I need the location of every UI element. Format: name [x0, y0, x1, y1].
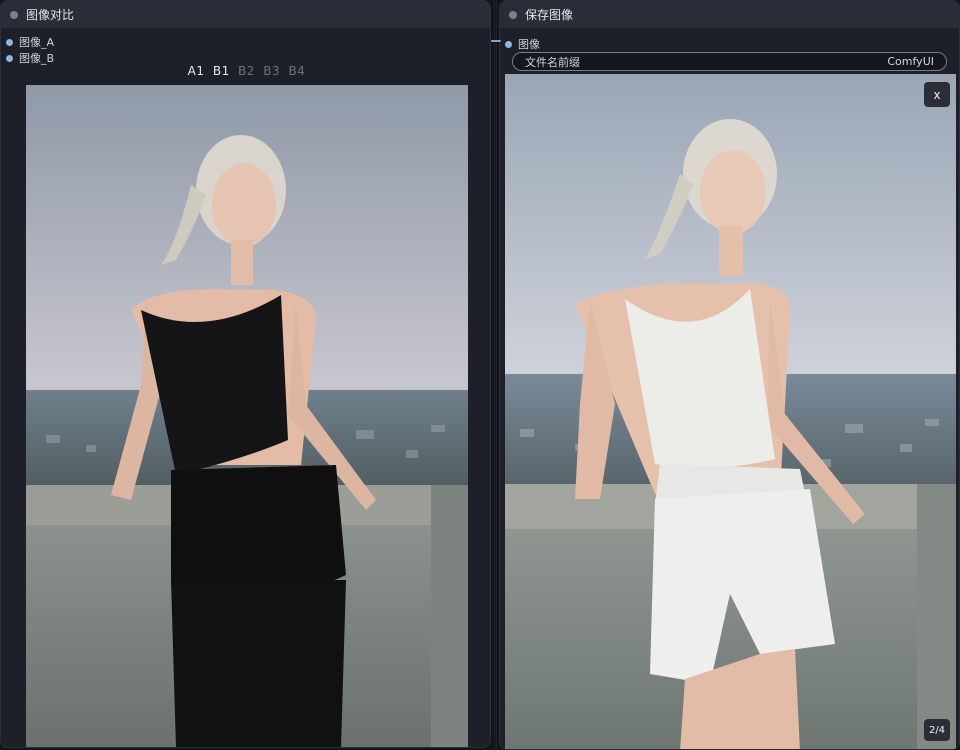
close-preview-button[interactable]: x: [924, 82, 950, 107]
filename-prefix-field[interactable]: 文件名前缀 ComfyUI: [512, 52, 947, 71]
toggle-b3[interactable]: B3: [263, 64, 280, 78]
input-port-dot[interactable]: [6, 54, 13, 62]
photo-white-outfit: [505, 74, 956, 749]
graph-canvas[interactable]: 图像对比 图像_A 图像_B A1 B1 B2 B3 B4 保存图像 图像 文件…: [0, 0, 960, 750]
compare-image[interactable]: [26, 85, 468, 747]
preview-image[interactable]: [505, 74, 956, 749]
node-collapse-dot[interactable]: [509, 10, 517, 19]
filename-prefix-label: 文件名前缀: [525, 55, 580, 69]
node-body: 图像 文件名前缀 ComfyUI x 2/4: [500, 28, 959, 749]
input-port-dot[interactable]: [6, 38, 13, 46]
toggle-b4[interactable]: B4: [288, 64, 305, 78]
input-port-row-a[interactable]: 图像_A: [6, 34, 54, 50]
compare-toggle-bar: A1 B1 B2 B3 B4: [1, 64, 490, 78]
toggle-a1[interactable]: A1: [188, 64, 205, 78]
toggle-b1[interactable]: B1: [213, 64, 230, 78]
save-image-node[interactable]: 保存图像 图像 文件名前缀 ComfyUI x 2/4: [499, 0, 960, 750]
input-port-dot[interactable]: [505, 40, 512, 48]
node-title: 保存图像: [525, 8, 574, 22]
input-port-label: 图像_A: [19, 36, 55, 49]
node-header[interactable]: 图像对比: [1, 1, 490, 28]
node-header[interactable]: 保存图像: [500, 1, 959, 28]
input-port-row-image[interactable]: 图像: [505, 36, 540, 52]
input-port-label: 图像: [518, 38, 540, 51]
filename-prefix-value: ComfyUI: [887, 55, 934, 68]
node-title: 图像对比: [26, 8, 75, 22]
image-compare-node[interactable]: 图像对比 图像_A 图像_B A1 B1 B2 B3 B4: [0, 0, 491, 748]
canvas-gridline: [494, 0, 495, 750]
image-page-counter[interactable]: 2/4: [924, 719, 950, 741]
photo-black-outfit: [26, 85, 468, 747]
node-collapse-dot[interactable]: [10, 10, 18, 19]
canvas-gridline: [496, 0, 497, 750]
node-body: 图像_A 图像_B A1 B1 B2 B3 B4: [1, 28, 490, 747]
toggle-b2[interactable]: B2: [238, 64, 255, 78]
node-link-wire: [491, 40, 501, 42]
